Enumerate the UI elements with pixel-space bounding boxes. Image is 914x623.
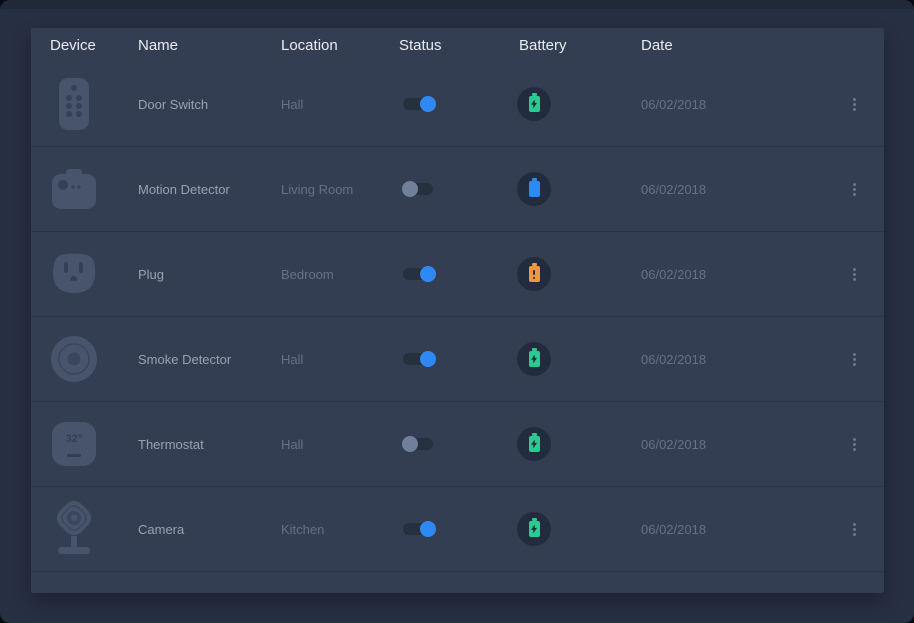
table-row: Camera Kitchen 06/02/2018 <box>31 487 884 572</box>
motion-detector-icon <box>50 167 98 211</box>
device-date: 06/02/2018 <box>641 522 824 537</box>
window-top-strip <box>0 0 914 9</box>
device-location: Hall <box>281 97 399 112</box>
toggle-knob <box>420 266 436 282</box>
status-toggle[interactable] <box>403 98 433 110</box>
device-name: Thermostat <box>138 437 281 452</box>
device-location: Bedroom <box>281 267 399 282</box>
column-header-status: Status <box>399 37 519 54</box>
status-toggle[interactable] <box>403 183 433 195</box>
status-toggle[interactable] <box>403 523 433 535</box>
toggle-knob <box>420 351 436 367</box>
device-date: 06/02/2018 <box>641 437 824 452</box>
table-row: Motion Detector Living Room 06/02/2018 <box>31 147 884 232</box>
device-date: 06/02/2018 <box>641 352 824 367</box>
device-name: Plug <box>138 267 281 282</box>
table-row: Smoke Detector Hall 06/02/2018 <box>31 317 884 402</box>
device-location: Hall <box>281 352 399 367</box>
device-name: Motion Detector <box>138 182 281 197</box>
kebab-menu-icon[interactable] <box>849 434 860 455</box>
device-table-panel: Device Name Location Status Battery Date <box>31 28 884 593</box>
toggle-knob <box>420 521 436 537</box>
device-location: Living Room <box>281 182 399 197</box>
battery-icon <box>517 87 551 121</box>
battery-icon <box>517 342 551 376</box>
device-date: 06/02/2018 <box>641 182 824 197</box>
device-location: Kitchen <box>281 522 399 537</box>
column-header-location: Location <box>281 37 399 54</box>
remote-icon <box>50 76 98 132</box>
toggle-knob <box>402 436 418 452</box>
smoke-detector-icon <box>50 335 98 383</box>
device-table-app: Device Name Location Status Battery Date <box>0 0 914 623</box>
camera-icon <box>50 500 98 558</box>
status-toggle[interactable] <box>403 353 433 365</box>
kebab-menu-icon[interactable] <box>849 349 860 370</box>
battery-icon <box>517 257 551 291</box>
battery-icon <box>517 172 551 206</box>
kebab-menu-icon[interactable] <box>849 179 860 200</box>
status-toggle[interactable] <box>403 438 433 450</box>
toggle-knob <box>420 96 436 112</box>
battery-icon <box>517 427 551 461</box>
table-row: Plug Bedroom 06/02/2018 <box>31 232 884 317</box>
device-name: Door Switch <box>138 97 281 112</box>
plug-icon <box>50 253 98 295</box>
column-header-battery: Battery <box>519 37 641 54</box>
device-date: 06/02/2018 <box>641 97 824 112</box>
kebab-menu-icon[interactable] <box>849 94 860 115</box>
device-location: Hall <box>281 437 399 452</box>
column-header-device: Device <box>50 37 138 54</box>
thermostat-icon: 32° <box>50 421 98 467</box>
status-toggle[interactable] <box>403 268 433 280</box>
table-header: Device Name Location Status Battery Date <box>31 28 884 62</box>
battery-icon <box>517 512 551 546</box>
column-header-date: Date <box>641 37 824 54</box>
thermostat-temperature: 32° <box>66 433 83 445</box>
toggle-knob <box>402 181 418 197</box>
column-header-name: Name <box>138 37 281 54</box>
table-row: Door Switch Hall 06/02/2018 <box>31 62 884 147</box>
device-date: 06/02/2018 <box>641 267 824 282</box>
kebab-menu-icon[interactable] <box>849 264 860 285</box>
kebab-menu-icon[interactable] <box>849 519 860 540</box>
device-name: Smoke Detector <box>138 352 281 367</box>
table-row: 32° Thermostat Hall 06/02/2018 <box>31 402 884 487</box>
device-name: Camera <box>138 522 281 537</box>
